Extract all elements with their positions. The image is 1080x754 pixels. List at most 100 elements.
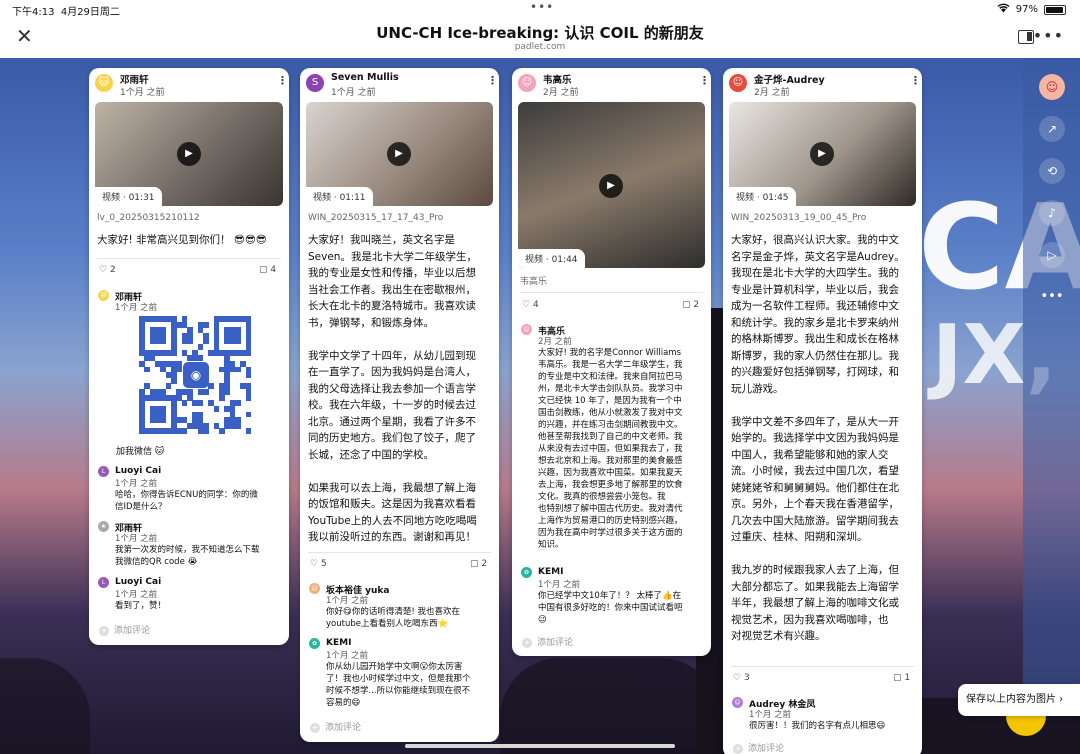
avatar: 🐱 — [95, 74, 113, 92]
comment-avatar: ☺ — [732, 697, 743, 708]
qr-module — [203, 338, 209, 345]
post-time: 2月 之前 — [754, 88, 790, 98]
share-icon[interactable]: ↗ — [1039, 116, 1065, 142]
status-bar: 下午4:13 4月29日周二 ••• 97% — [0, 0, 1080, 18]
slideshow-icon[interactable]: ▷ — [1039, 242, 1065, 268]
comment-text: 看到了，赞！ — [115, 601, 167, 611]
add-comment-button[interactable]: + 添加评论 — [310, 720, 361, 733]
page-subtitle: padlet.com — [514, 42, 566, 52]
sidebar-toggle-icon[interactable] — [1018, 30, 1034, 44]
comment-avatar: ✿ — [521, 567, 532, 578]
post-card[interactable]: S Seven Mullis 1个月 之前 ⋮ ▶ 视频 · 01:11 WIN… — [300, 68, 499, 742]
comment-count[interactable]: ▢ 1 — [893, 673, 910, 683]
comment: ✿ KEMI 1个月 之前 你从幼儿园开始学中文啊😮你太厉害 了！我也小时候学过… — [309, 638, 494, 713]
comment: ☺ 韦高乐 2月 之前 大家好! 我的名字是Connor Williams 韦高… — [521, 324, 706, 564]
comment-avatar: L — [98, 577, 109, 588]
comment-time: 1个月 之前 — [115, 479, 158, 489]
post-menu-icon[interactable]: ⋮ — [277, 74, 288, 87]
comment-time: 1个月 之前 — [115, 534, 158, 544]
like-button[interactable]: ♡ 4 — [522, 300, 539, 310]
comment-time: 1个月 之前 — [326, 651, 369, 661]
comment: ☺ 坂本裕佳 yuka 1个月 之前 你好😋你的话听得清楚! 我也喜欢在 you… — [309, 583, 494, 633]
comment-time: 1个月 之前 — [749, 710, 792, 720]
hill-silhouette — [500, 658, 720, 754]
comment: L Luoyi Cai 1个月 之前 哈哈，你得告诉ECNU的同学：你的微 信I… — [98, 466, 283, 516]
comment-count[interactable]: ▢ 2 — [682, 300, 699, 310]
qr-module — [208, 383, 214, 390]
post-body: 大家好，很高兴认识大家。我的中文 名字是金子烨，英文名字是Audrey。 我现在… — [731, 234, 905, 642]
status-right: 97% — [997, 3, 1066, 16]
qr-code-image: ◉ — [139, 316, 252, 435]
comment-author: KEMI — [538, 567, 564, 577]
play-icon[interactable]: ▶ — [810, 142, 834, 166]
left-silhouette — [0, 658, 90, 754]
add-comment-button[interactable]: + 添加评论 — [733, 741, 784, 754]
comment-count[interactable]: ▢ 4 — [259, 265, 276, 275]
qr-module — [245, 411, 252, 418]
post-card[interactable]: ☺ 韦高乐 2月 之前 ⋮ ▶ 视频 · 01:44 韦高乐 ♡ 4 ▢ 2 ☺… — [512, 68, 711, 656]
qr-module — [197, 344, 204, 350]
post-card[interactable]: ☺ 金子烨-Audrey 2月 之前 ⋮ ▶ 视频 · 01:45 WIN_20… — [723, 68, 922, 754]
more-icon[interactable]: ••• — [1033, 26, 1064, 45]
post-menu-icon[interactable]: ⋮ — [699, 74, 710, 87]
comment: L Luoyi Cai 1个月 之前 看到了，赞！ — [98, 577, 283, 617]
comment: ☺ Audrey 林金凤 1个月 之前 很厉害！！我们的名字有点儿相思😄 — [732, 697, 917, 733]
add-comment-button[interactable]: + 添加评论 — [99, 623, 150, 636]
video-thumbnail[interactable]: ▶ 视频 · 01:31 — [95, 102, 283, 206]
divider — [520, 292, 703, 293]
video-thumbnail[interactable]: ▶ 视频 · 01:45 — [729, 102, 916, 206]
comment-text: 我第一次发的时候，我不知道怎么下载 我微信的QR code 😭 — [115, 545, 260, 567]
home-indicator[interactable] — [405, 744, 675, 748]
multitask-dots[interactable]: ••• — [530, 0, 554, 14]
post-author: 金子烨-Audrey — [754, 75, 825, 86]
comment-text: 你从幼儿园开始学中文啊😮你太厉害 了！我也小时候学过中文，但是我那个 时候不想学… — [326, 662, 471, 708]
qr-module — [203, 428, 209, 435]
more-options-icon[interactable]: ••• — [1039, 284, 1065, 310]
remake-icon[interactable]: ⟲ — [1039, 158, 1065, 184]
like-button[interactable]: ♡ 2 — [99, 265, 116, 275]
add-comment-button[interactable]: + 添加评论 — [522, 635, 573, 648]
play-icon[interactable]: ▶ — [387, 142, 411, 166]
battery-icon — [1044, 4, 1066, 15]
qr-module — [171, 377, 177, 384]
save-as-image-toast[interactable]: 保存以上内容为图片 › — [958, 684, 1080, 716]
comment-time: 1个月 之前 — [538, 580, 581, 590]
comment-text: 很厉害！！我们的名字有点儿相思😄 — [749, 721, 886, 731]
comment-count[interactable]: ▢ 2 — [470, 559, 487, 569]
file-name: lv_0_20250315210112 — [97, 213, 200, 223]
post-author: Seven Mullis — [331, 72, 399, 83]
post-menu-icon[interactable]: ⋮ — [487, 74, 498, 87]
comment-author: Luoyi Cai — [115, 466, 162, 476]
qr-module — [235, 338, 241, 345]
bell-icon[interactable]: ♪ — [1039, 200, 1065, 226]
post-body: 大家好! 非常高兴见到你们！ 😎😎😎 — [97, 234, 267, 246]
qr-module — [235, 366, 241, 373]
comment-text: 哈哈，你得告诉ECNU的同学：你的微 信ID是什么？ — [115, 490, 258, 512]
post-time: 1个月 之前 — [120, 88, 165, 98]
comment: ✿ KEMI 1个月 之前 你已经学中文10年了！？ 太棒了👍在 中国有很多好吃… — [521, 567, 706, 627]
video-thumbnail[interactable]: ▶ 视频 · 01:44 — [518, 102, 705, 268]
play-icon[interactable]: ▶ — [177, 142, 201, 166]
like-button[interactable]: ♡ 3 — [733, 673, 750, 683]
plus-icon: + — [310, 723, 320, 733]
comment-avatar: ☺ — [309, 583, 320, 594]
video-duration: 视频 · 01:44 — [518, 249, 585, 268]
post-card[interactable]: 🐱 邓雨轩 1个月 之前 ⋮ ▶ 视频 · 01:31 lv_0_2025031… — [89, 68, 289, 645]
qr-caption: 加我微信 🐱 — [116, 447, 165, 457]
qr-module — [144, 366, 150, 373]
post-time: 2月 之前 — [543, 88, 579, 98]
like-button[interactable]: ♡ 5 — [310, 559, 327, 569]
status-time: 下午4:13 4月29日周二 — [12, 7, 120, 18]
profile-icon[interactable]: ☺ — [1039, 74, 1065, 100]
comment-text: 你好😋你的话听得清楚! 我也喜欢在 youtube上看看别人吃喝东西⭐ — [326, 607, 460, 629]
avatar: ☺ — [518, 74, 536, 92]
qr-module — [235, 400, 241, 407]
qr-module — [171, 349, 177, 356]
video-thumbnail[interactable]: ▶ 视频 · 01:11 — [306, 102, 493, 206]
post-menu-icon[interactable]: ⋮ — [910, 74, 921, 87]
battery-percent: 97% — [1015, 4, 1038, 15]
play-icon[interactable]: ▶ — [599, 174, 623, 198]
qr-module — [181, 400, 188, 407]
qr-module — [245, 349, 252, 356]
file-name: WIN_20250315_17_17_43_Pro — [308, 213, 444, 223]
